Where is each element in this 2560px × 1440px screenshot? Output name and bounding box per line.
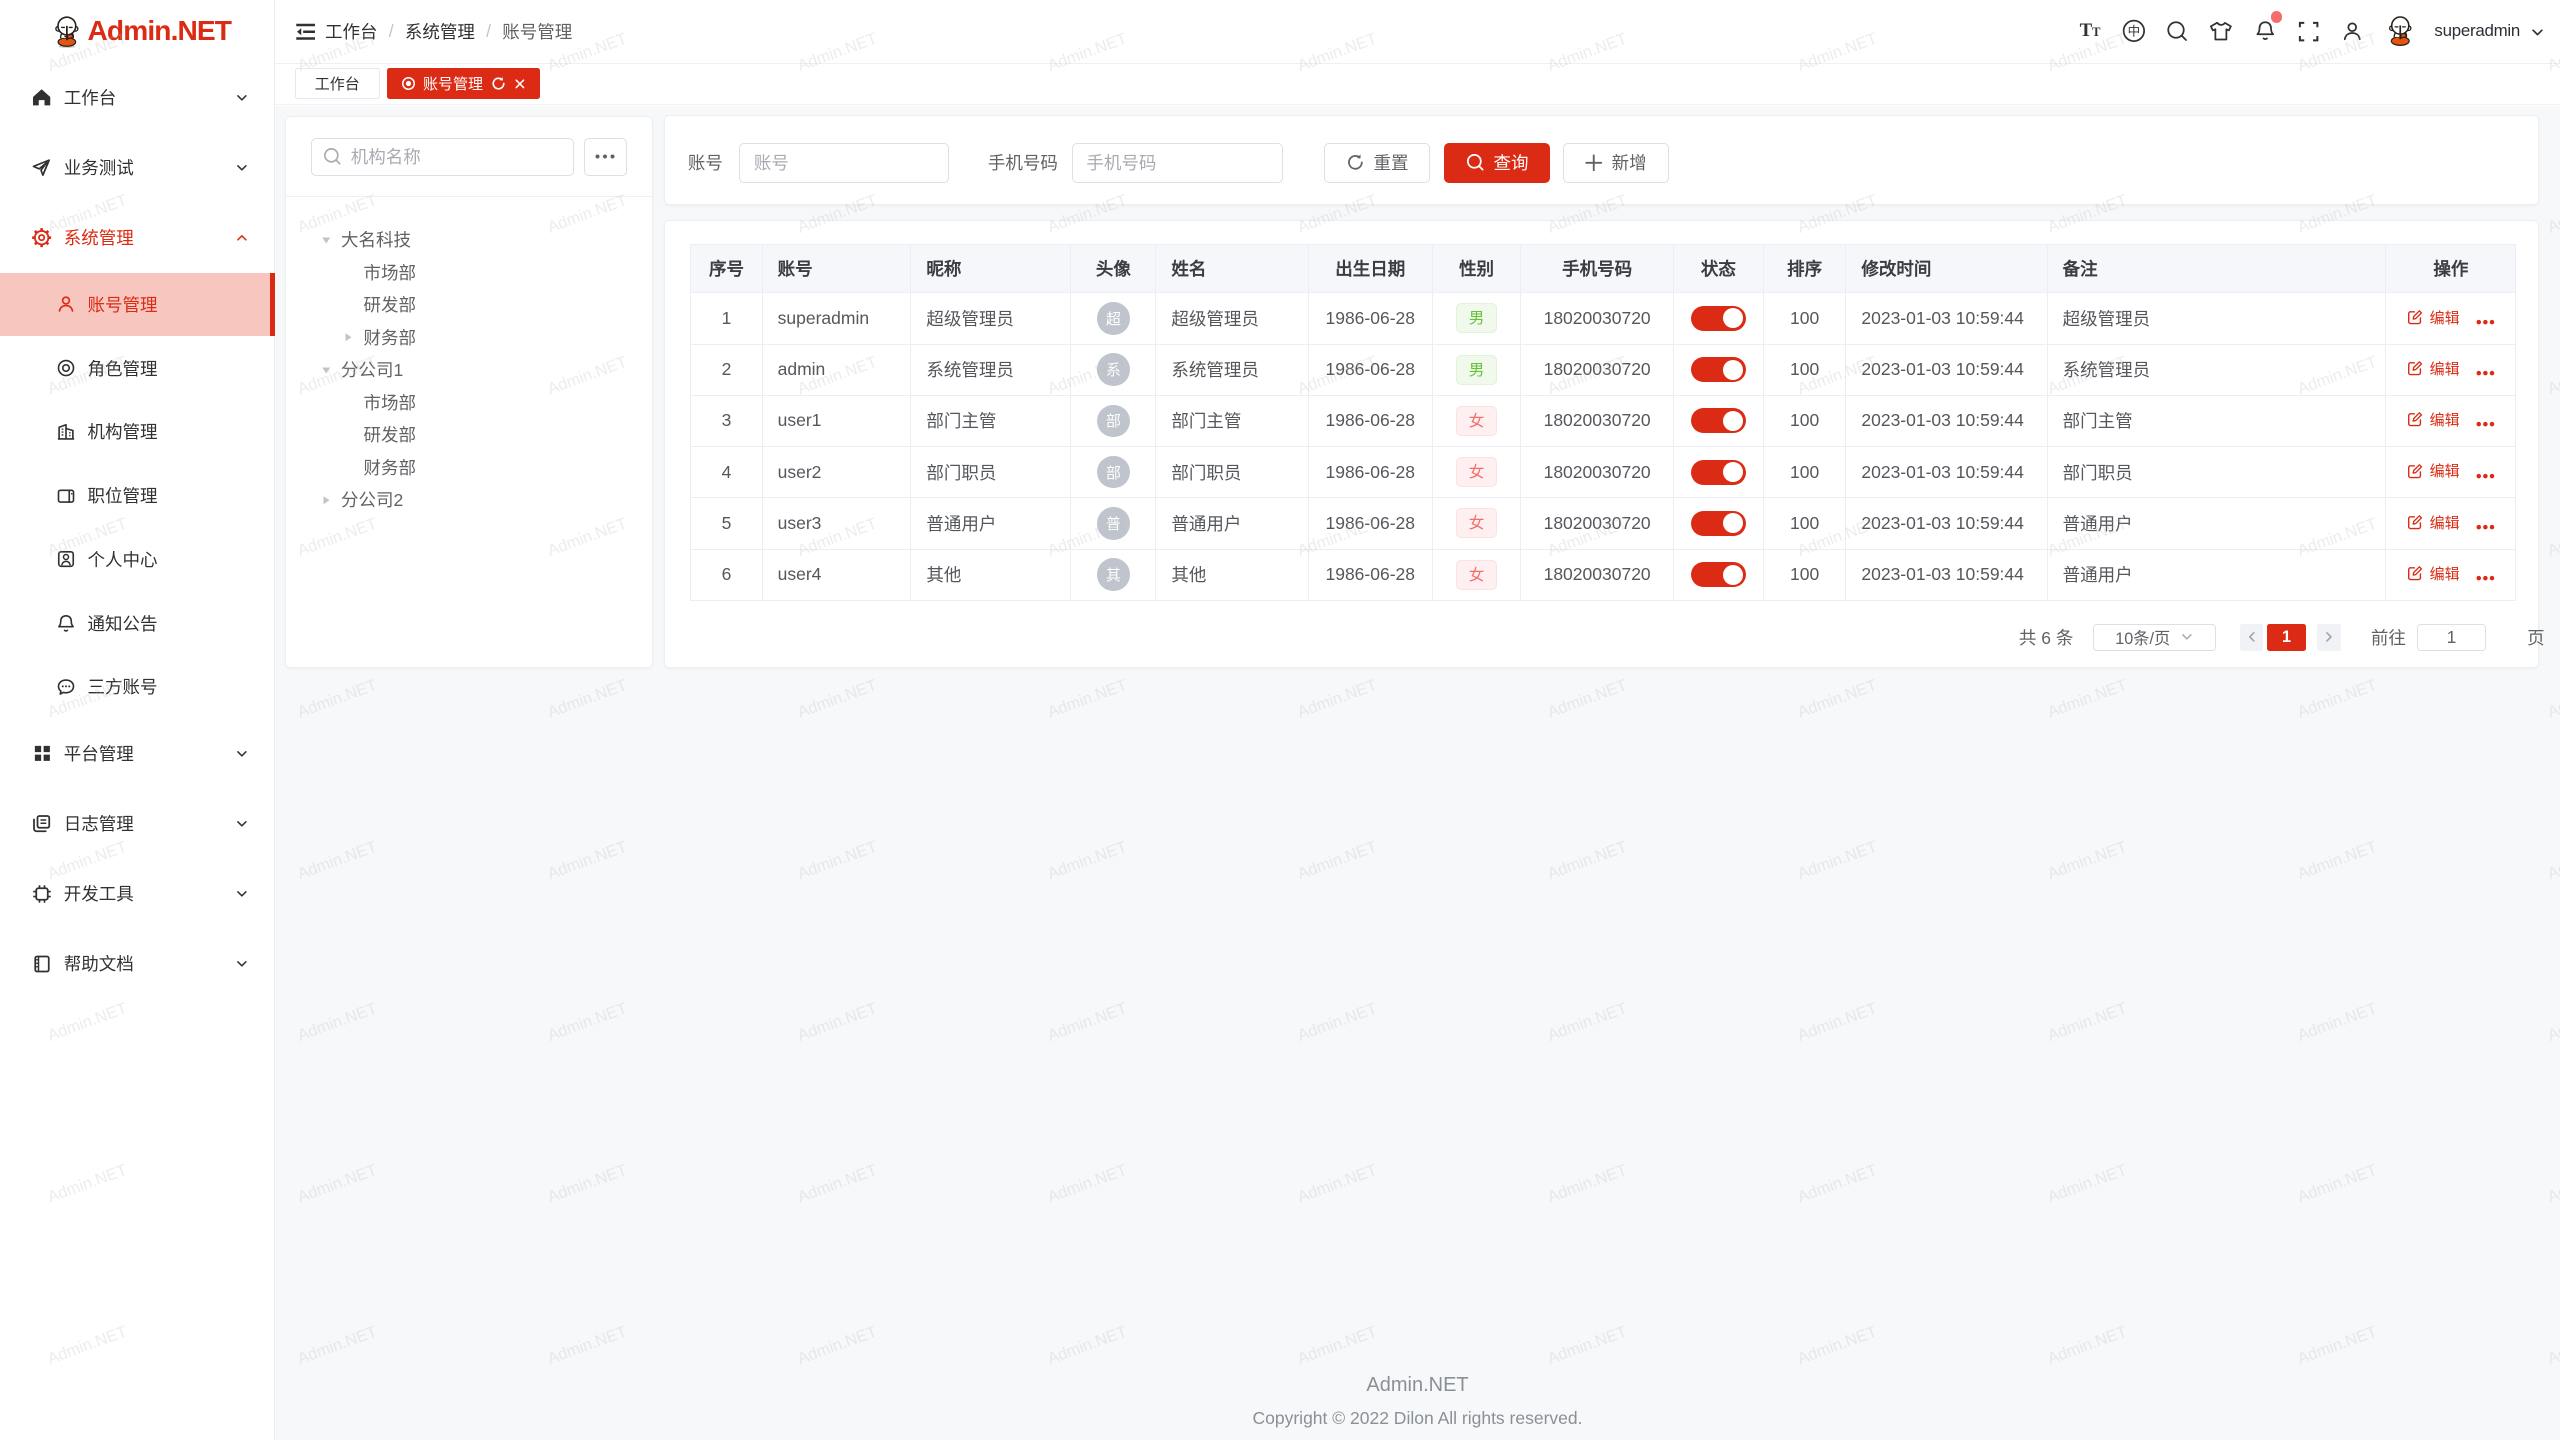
svg-text:中: 中 (2128, 24, 2141, 39)
